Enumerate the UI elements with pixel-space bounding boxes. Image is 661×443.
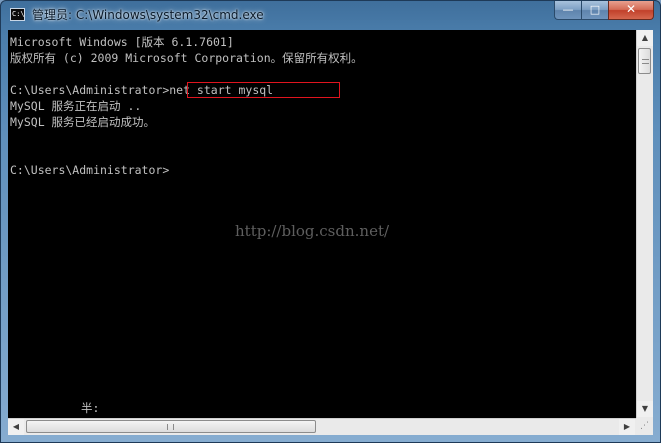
console-line: MySQL 服务正在启动 .. — [10, 99, 142, 113]
scroll-up-icon[interactable]: ▲ — [637, 30, 653, 46]
scroll-left-icon[interactable]: ◀ — [8, 419, 24, 435]
minimize-button[interactable]: — — [554, 1, 581, 20]
console-line: 版权所有 (c) 2009 Microsoft Corporation。保留所有… — [10, 51, 363, 65]
cmd-icon[interactable]: C:\ — [10, 8, 25, 21]
console-client-area: Microsoft Windows [版本 6.1.7601] 版权所有 (c)… — [8, 30, 653, 435]
command-highlight-box — [187, 82, 340, 98]
window-title: 管理员: C:\Windows\system32\cmd.exe — [32, 8, 264, 22]
close-button[interactable]: ✕ — [608, 1, 654, 20]
console-line: C:\Users\Administrator> — [10, 163, 170, 177]
cmd-window: C:\ 管理员: C:\Windows\system32\cmd.exe — □… — [0, 0, 661, 443]
horizontal-scrollbar[interactable]: ◀ ▶ — [8, 418, 636, 435]
watermark: http://blog.csdn.net/ — [235, 222, 390, 240]
scroll-down-icon[interactable]: ▼ — [637, 401, 653, 417]
vertical-scroll-thumb[interactable] — [638, 48, 651, 74]
console-line: Microsoft Windows [版本 6.1.7601] — [10, 35, 234, 49]
caption-buttons: — □ ✕ — [554, 1, 654, 21]
scroll-right-icon[interactable]: ▶ — [619, 419, 635, 435]
ime-indicator: 半: — [81, 401, 100, 415]
grip-icon — [642, 59, 649, 64]
grip-icon — [167, 424, 174, 430]
title-bar[interactable]: C:\ 管理员: C:\Windows\system32\cmd.exe — □… — [1, 1, 660, 29]
console-line: MySQL 服务已经启动成功。 — [10, 115, 156, 129]
console-output[interactable]: Microsoft Windows [版本 6.1.7601] 版权所有 (c)… — [8, 30, 636, 418]
horizontal-scroll-thumb[interactable] — [26, 420, 316, 433]
vertical-scrollbar[interactable]: ▲ ▼ — [636, 30, 653, 418]
size-grip-icon[interactable]: ⋰ — [636, 418, 653, 435]
maximize-button[interactable]: □ — [581, 1, 608, 20]
